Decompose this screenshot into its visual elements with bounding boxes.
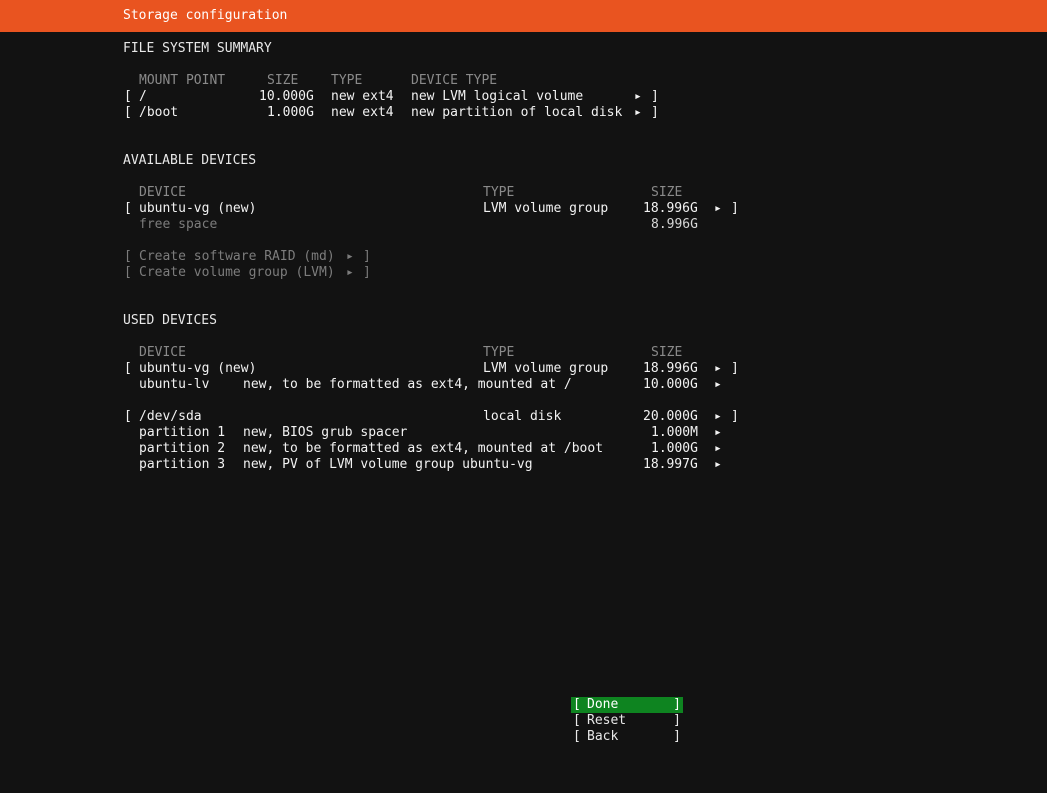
device-size: 18.996G	[643, 201, 698, 216]
arrow-right-icon: ▸	[714, 201, 722, 216]
used-vg-row[interactable]: [ ubuntu-vg (new) LVM volume group 18.99…	[0, 361, 1047, 377]
available-devices-heading: AVAILABLE DEVICES	[123, 153, 257, 168]
partition-size: 1.000G	[651, 441, 698, 456]
arrow-right-icon: ▸	[714, 377, 722, 392]
fs-size: 1.000G	[267, 105, 314, 120]
col-size: SIZE	[651, 185, 683, 200]
col-size: SIZE	[267, 73, 299, 88]
col-size: SIZE	[651, 345, 683, 360]
fs-row-boot[interactable]: [ /boot 1.000G new ext4 new partition of…	[0, 105, 1047, 121]
device-type: LVM volume group	[483, 361, 609, 376]
create-lvm-button[interactable]: [ Create volume group (LVM) ▸ ]	[0, 265, 1047, 281]
device-type: new partition of local disk	[411, 105, 623, 120]
back-label: Back	[587, 729, 619, 744]
col-type: TYPE	[483, 345, 515, 360]
fs-type: new ext4	[331, 89, 394, 104]
col-device: DEVICE	[139, 345, 186, 360]
partition-description: new, to be formatted as ext4, mounted at…	[243, 441, 604, 456]
device-size: 20.000G	[643, 409, 698, 424]
device-name: ubuntu-vg (new)	[139, 361, 257, 376]
partition-description: new, PV of LVM volume group ubuntu-vg	[243, 457, 533, 472]
device-type: LVM volume group	[483, 201, 609, 216]
arrow-right-icon: ▸	[714, 409, 722, 424]
partition-name: partition 3	[139, 457, 226, 472]
lv-name: ubuntu-lv	[139, 377, 210, 392]
arrow-right-icon: ▸	[714, 425, 722, 440]
arrow-right-icon: ▸	[634, 89, 642, 104]
back-button[interactable]: [ Back ]	[571, 729, 683, 745]
arrow-right-icon: ▸	[346, 249, 354, 264]
free-space-label: free space	[139, 217, 218, 232]
col-device: DEVICE	[139, 185, 186, 200]
page-title: Storage configuration	[123, 8, 288, 23]
available-header: DEVICE TYPE SIZE	[0, 185, 1047, 201]
reset-button[interactable]: [ Reset ]	[571, 713, 683, 729]
used-header: DEVICE TYPE SIZE	[0, 345, 1047, 361]
device-type: local disk	[483, 409, 562, 424]
create-lvm-label: Create volume group (LVM)	[139, 265, 335, 280]
partition-name: partition 1	[139, 425, 226, 440]
fs-summary-header: MOUNT POINT SIZE TYPE DEVICE TYPE	[0, 73, 1047, 89]
done-button[interactable]: [ Done ]	[571, 697, 683, 713]
free-space-size: 8.996G	[651, 217, 698, 232]
partition-size: 18.997G	[643, 457, 698, 472]
partition-description: new, BIOS grub spacer	[243, 425, 408, 440]
col-mount-point: MOUNT POINT	[139, 73, 226, 88]
partition-row[interactable]: partition 2 new, to be formatted as ext4…	[0, 441, 1047, 457]
lv-description: new, to be formatted as ext4, mounted at…	[243, 377, 572, 392]
col-device-type: DEVICE TYPE	[411, 73, 498, 88]
partition-size: 1.000M	[651, 425, 698, 440]
arrow-right-icon: ▸	[714, 441, 722, 456]
device-name: ubuntu-vg (new)	[139, 201, 257, 216]
used-devices-heading: USED DEVICES	[123, 313, 217, 328]
arrow-right-icon: ▸	[714, 457, 722, 472]
arrow-right-icon: ▸	[634, 105, 642, 120]
fs-type: new ext4	[331, 105, 394, 120]
fs-summary-heading: FILE SYSTEM SUMMARY	[123, 41, 272, 56]
fs-size: 10.000G	[259, 89, 314, 104]
partition-row[interactable]: partition 1 new, BIOS grub spacer 1.000M…	[0, 425, 1047, 441]
create-raid-label: Create software RAID (md)	[139, 249, 335, 264]
lv-size: 10.000G	[643, 377, 698, 392]
device-size: 18.996G	[643, 361, 698, 376]
device-type: new LVM logical volume	[411, 89, 584, 104]
free-space-row: free space 8.996G	[0, 217, 1047, 233]
used-lv-row[interactable]: ubuntu-lv new, to be formatted as ext4, …	[0, 377, 1047, 393]
arrow-right-icon: ▸	[714, 361, 722, 376]
used-disk-row[interactable]: [ /dev/sda local disk 20.000G ▸ ]	[0, 409, 1047, 425]
partition-name: partition 2	[139, 441, 226, 456]
fs-row-root[interactable]: [ / 10.000G new ext4 new LVM logical vol…	[0, 89, 1047, 105]
reset-label: Reset	[587, 713, 627, 728]
mount-point: /	[139, 89, 147, 104]
create-raid-button[interactable]: [ Create software RAID (md) ▸ ]	[0, 249, 1047, 265]
title-bar: Storage configuration	[0, 0, 1047, 32]
arrow-right-icon: ▸	[346, 265, 354, 280]
col-type: TYPE	[483, 185, 515, 200]
partition-row[interactable]: partition 3 new, PV of LVM volume group …	[0, 457, 1047, 473]
available-vg-row[interactable]: [ ubuntu-vg (new) LVM volume group 18.99…	[0, 201, 1047, 217]
device-name: /dev/sda	[139, 409, 202, 424]
col-type: TYPE	[331, 73, 363, 88]
done-label: Done	[587, 697, 619, 712]
mount-point: /boot	[139, 105, 179, 120]
